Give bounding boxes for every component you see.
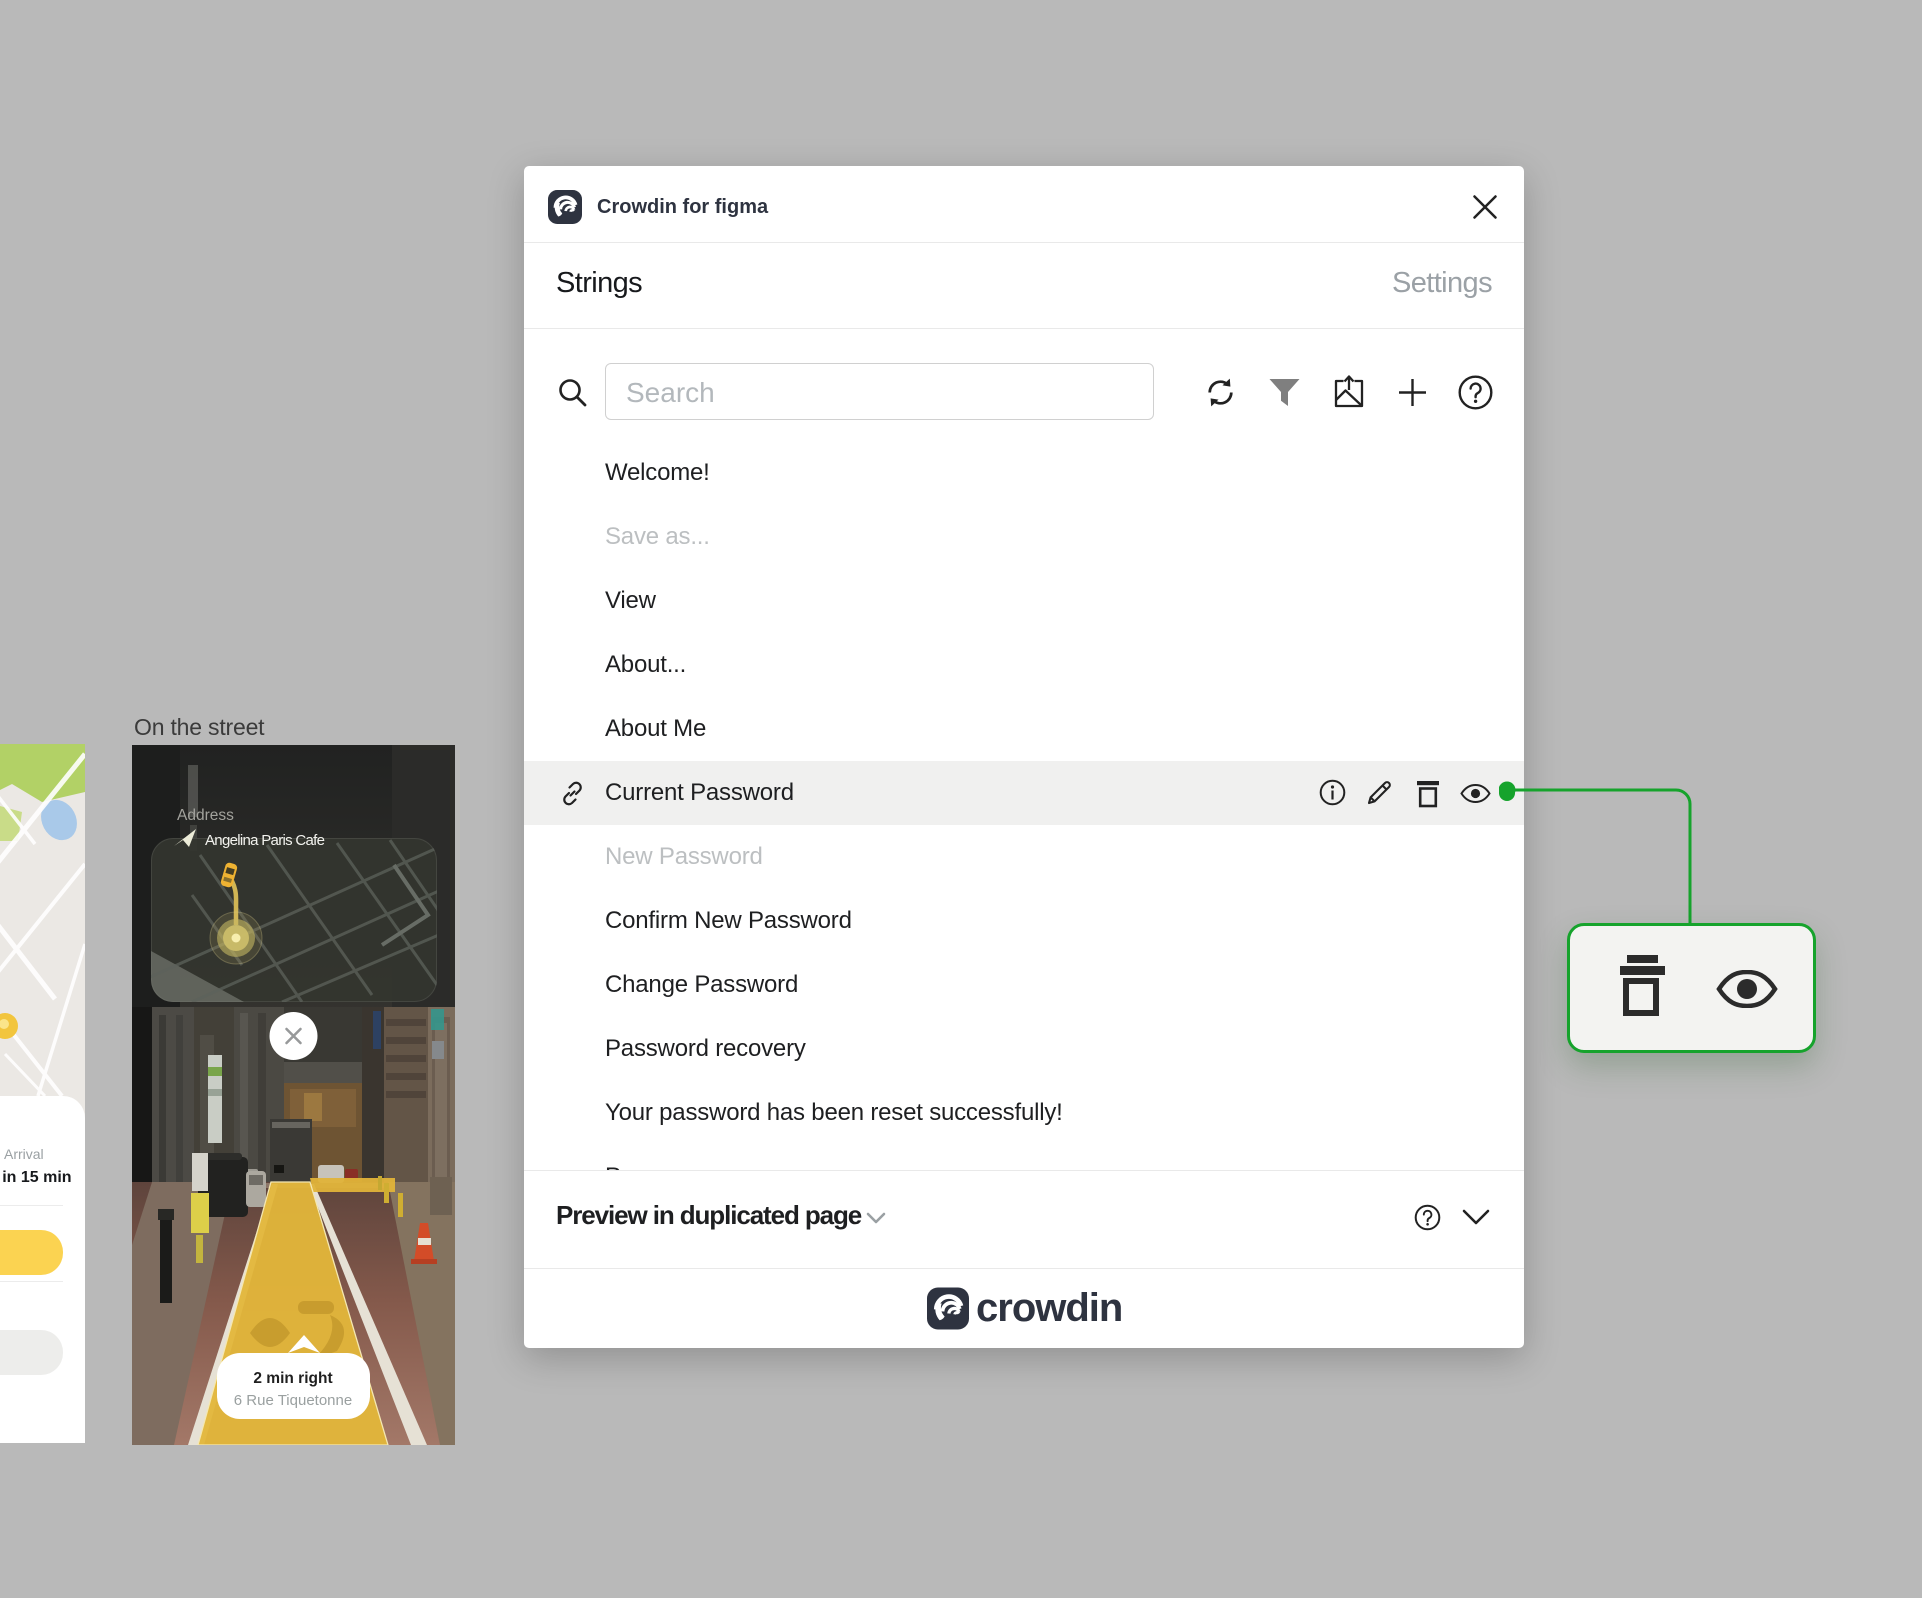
svg-text:Address: Address: [177, 807, 234, 824]
svg-text:Angelina Paris Cafe: Angelina Paris Cafe: [205, 832, 325, 849]
svg-text:6 Rue Tiquetonne: 6 Rue Tiquetonne: [234, 1392, 352, 1409]
svg-text:2 min right: 2 min right: [253, 1370, 332, 1387]
